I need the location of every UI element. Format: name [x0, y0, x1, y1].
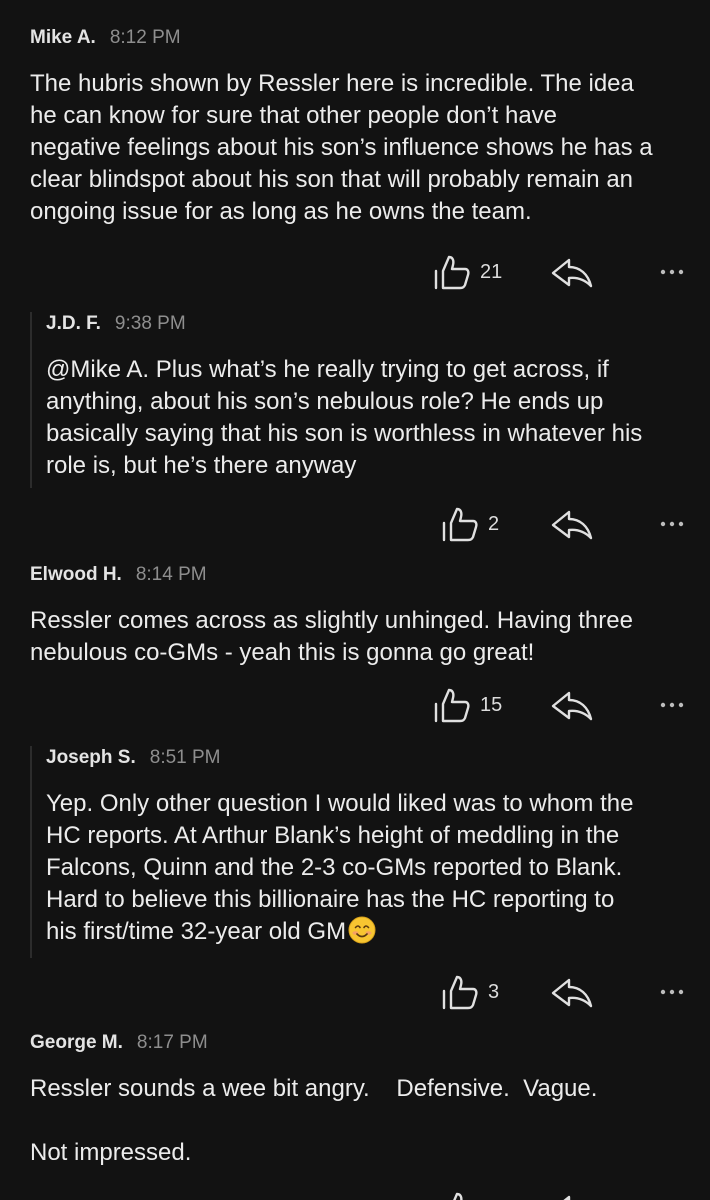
- thumbs-up-icon: [432, 687, 472, 723]
- comment-author[interactable]: Elwood H.: [30, 564, 122, 585]
- comment-text-line: anything, about his son’s nebulous role?…: [46, 388, 604, 415]
- reply-arrow-icon: [548, 258, 596, 294]
- comment-author[interactable]: Mike A.: [30, 27, 96, 48]
- more-options-button[interactable]: [658, 506, 688, 542]
- comment-body: Yep. Only other question I would liked w…: [46, 788, 633, 948]
- comment-text: his first/time 32-year old GM: [46, 918, 347, 945]
- more-options-button[interactable]: [658, 974, 688, 1010]
- reply-button[interactable]: [548, 687, 596, 723]
- comment-text-line: HC reports. At Arthur Blank’s height of …: [46, 822, 620, 849]
- like-count: 3: [488, 980, 500, 1003]
- comment-time: 8:17 PM: [136, 1032, 208, 1053]
- more-dots-icon: [658, 269, 688, 294]
- more-dots-icon: [658, 989, 688, 1014]
- like-button[interactable]: 2: [440, 506, 499, 542]
- thumbs-up-icon: [432, 254, 472, 290]
- comment-author[interactable]: George M.: [30, 1032, 123, 1053]
- comment-text-line: @Mike A. Plus what’s he really trying to…: [46, 356, 609, 383]
- comment-text-line: role is, but he’s there anyway: [46, 452, 357, 479]
- like-count: 21: [480, 260, 503, 283]
- comment-text-line: Yep. Only other question I would liked w…: [46, 790, 634, 817]
- reply-button[interactable]: [548, 974, 596, 1010]
- more-dots-icon: [658, 702, 688, 727]
- comment-text-line: negative feelings about his son’s influe…: [30, 134, 653, 161]
- comment-text-line: Falcons, Quinn and the 2-3 co-GMs report…: [46, 854, 623, 881]
- comment-text-line: The hubris shown by Ressler here is incr…: [30, 70, 634, 97]
- reply-arrow-icon: [548, 691, 596, 727]
- reply-arrow-icon: [548, 978, 596, 1014]
- comment-body: The hubris shown by Ressler here is incr…: [30, 68, 653, 228]
- more-options-button[interactable]: [658, 254, 688, 290]
- comment-text-line: Hard to believe this billionaire has the…: [46, 886, 615, 913]
- thumbs-up-icon: [440, 974, 480, 1010]
- more-dots-icon: [658, 521, 688, 546]
- comment-text-line-with-emoji: his first/time 32-year old GM: [46, 916, 633, 948]
- reply-joseph-s: Joseph S. 8:51 PM Yep. Only other questio…: [0, 746, 710, 1016]
- comment-text-line: basically saying that his son is worthle…: [46, 420, 643, 447]
- like-button[interactable]: 15: [432, 687, 502, 723]
- thumbs-up-icon: [440, 506, 480, 542]
- comment-body: Ressler comes across as slightly unhinge…: [30, 605, 633, 669]
- comment-time: 8:12 PM: [109, 27, 181, 48]
- comment-actions: 3: [0, 972, 710, 1012]
- reply-arrow-icon: [548, 510, 596, 546]
- comment-body: Ressler sounds a wee bit angry. Defensiv…: [30, 1073, 597, 1169]
- comment-author[interactable]: J.D. F.: [46, 313, 101, 334]
- comment-george-m: George M. 8:17 PM Ressler sounds a wee bi…: [0, 1031, 710, 1200]
- comment-text-line: ongoing issue for as long as he owns the…: [30, 198, 532, 225]
- comment-text-line: clear blindspot about his son that will …: [30, 166, 634, 193]
- comment-header: Joseph S. 8:51 PM: [46, 746, 221, 770]
- like-count: 15: [480, 693, 503, 716]
- comment-header: J.D. F. 9:38 PM: [46, 312, 186, 336]
- like-button[interactable]: 21: [432, 254, 502, 290]
- comment-elwood-h: Elwood H. 8:14 PM Ressler comes across as…: [0, 563, 710, 733]
- like-button[interactable]: [440, 1191, 480, 1200]
- comment-body: @Mike A. Plus what’s he really trying to…: [46, 354, 642, 482]
- comment-time: 8:51 PM: [149, 747, 221, 768]
- reply-button[interactable]: [548, 506, 596, 542]
- comment-text-line: Ressler sounds a wee bit angry. Defensiv…: [30, 1075, 598, 1102]
- thread-line: [30, 312, 32, 488]
- comment-time: 8:14 PM: [135, 564, 207, 585]
- comment-actions: 15: [0, 685, 710, 725]
- smiling-face-emoji: [348, 916, 376, 944]
- reply-jd-f: J.D. F. 9:38 PM @Mike A. Plus what’s he r…: [0, 312, 710, 552]
- comment-time: 9:38 PM: [114, 313, 186, 334]
- thread-line: [30, 746, 32, 958]
- comment-actions: 2: [0, 504, 710, 544]
- more-options-button[interactable]: [658, 687, 688, 723]
- comment-mike-a: Mike A. 8:12 PM The hubris shown by Ressl…: [0, 26, 710, 296]
- comment-header: Mike A. 8:12 PM: [30, 26, 181, 50]
- comment-actions: [0, 1189, 710, 1200]
- comment-author[interactable]: Joseph S.: [46, 747, 136, 768]
- reply-button[interactable]: [548, 1191, 596, 1200]
- comment-header: Elwood H. 8:14 PM: [30, 563, 207, 587]
- comment-header: George M. 8:17 PM: [30, 1031, 208, 1055]
- comment-text-line: nebulous co-GMs - yeah this is gonna go …: [30, 639, 535, 666]
- like-count: 2: [488, 512, 500, 535]
- like-button[interactable]: 3: [440, 974, 499, 1010]
- comment-text-line: he can know for sure that other people d…: [30, 102, 558, 129]
- reply-button[interactable]: [548, 254, 596, 290]
- comment-text-line: Ressler comes across as slightly unhinge…: [30, 607, 633, 634]
- comment-actions: 21: [0, 252, 710, 292]
- thumbs-up-icon: [440, 1191, 480, 1200]
- comment-text-line: Not impressed.: [30, 1139, 192, 1166]
